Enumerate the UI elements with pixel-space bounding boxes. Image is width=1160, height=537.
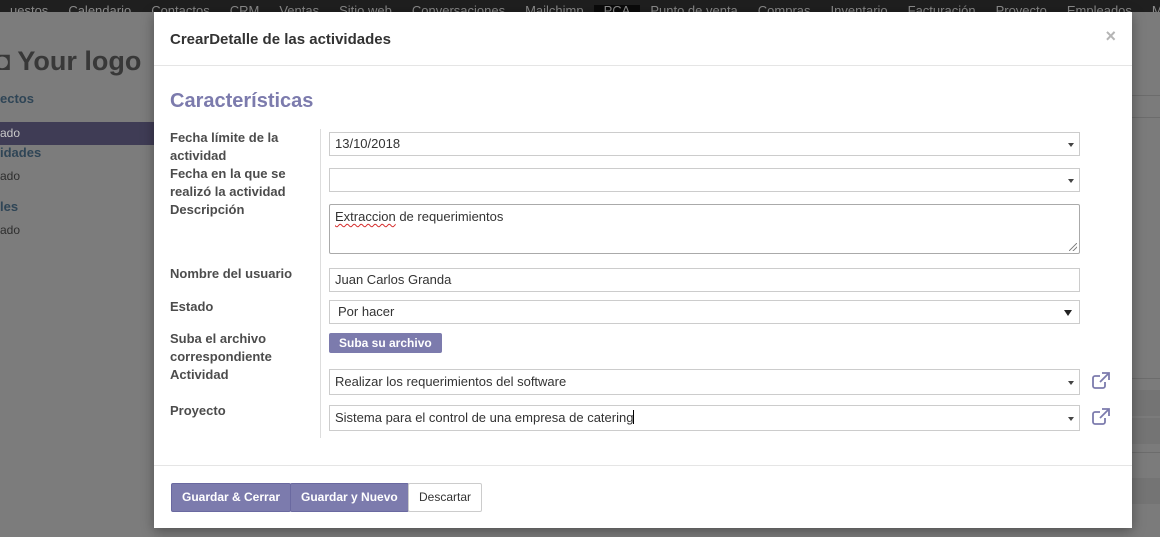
sidebar-section-head-1[interactable]: ectos: [0, 91, 34, 106]
sidebar-section-head-3[interactable]: les: [0, 199, 18, 214]
descripcion-text: de requerimientos: [395, 209, 504, 224]
dialog-header: CrearDetalle de las actividades ×: [154, 12, 1132, 66]
chevron-down-icon[interactable]: [1068, 143, 1074, 147]
proyecto-field[interactable]: Sistema para el control de una empresa d…: [329, 405, 1080, 431]
top-menu-item[interactable]: Calendario: [58, 4, 141, 12]
resize-grip-icon[interactable]: [1069, 243, 1077, 251]
sidebar-section-head-2[interactable]: idades: [0, 145, 41, 160]
background-bottom: [154, 528, 1132, 537]
upload-file-button[interactable]: Suba su archivo: [329, 333, 442, 353]
top-menu-item[interactable]: Ventas: [269, 4, 329, 12]
top-menu-item[interactable]: Contactos: [141, 4, 220, 12]
top-menu-item[interactable]: Punto de venta: [640, 4, 747, 12]
top-menu-item[interactable]: Más: [1142, 4, 1160, 12]
dialog-footer: Guardar & Cerrar Guardar y Nuevo Descart…: [154, 465, 1132, 528]
section-title: Características: [170, 90, 314, 112]
chevron-down-icon[interactable]: [1068, 179, 1074, 183]
external-link-icon[interactable]: [1091, 407, 1111, 427]
estado-value: Por hacer: [338, 304, 395, 319]
sidebar-item-2[interactable]: ado: [0, 169, 20, 183]
top-menu-item[interactable]: Mailchimp: [515, 4, 594, 12]
label-estado: Estado: [170, 299, 214, 314]
label-fecha-limite: Fecha límite de la actividad: [170, 130, 279, 163]
create-activity-dialog: CrearDetalle de las actividades × Caract…: [154, 12, 1132, 528]
top-menu-item[interactable]: CRM: [220, 4, 270, 12]
label-archivo: Suba el archivo correspondiente: [170, 331, 272, 364]
actividad-field[interactable]: Realizar los requerimientos del software: [329, 369, 1080, 395]
fecha-realizo-field[interactable]: [329, 168, 1080, 192]
proyecto-value: Sistema para el control de una empresa d…: [335, 410, 634, 425]
label-proyecto: Proyecto: [170, 403, 226, 418]
label-nombre-usuario: Nombre del usuario: [170, 266, 293, 281]
sidebar-item-3[interactable]: ado: [0, 223, 20, 237]
top-menu-bar: uestos Calendario Contactos CRM Ventas Sitio …: [0, 0, 1160, 12]
chevron-down-icon[interactable]: [1064, 310, 1072, 316]
nombre-usuario-value: Juan Carlos Granda: [335, 272, 452, 287]
sidebar-item-active[interactable]: ado: [0, 122, 154, 145]
label-descripcion: Descripción: [170, 202, 245, 217]
actividad-value: Realizar los requerimientos del software: [335, 374, 567, 389]
fecha-limite-value: 13/10/2018: [335, 136, 401, 151]
top-menu-item[interactable]: Inventario: [821, 4, 898, 12]
top-menu-item[interactable]: Sitio web: [329, 4, 402, 12]
top-menu-item[interactable]: Conversaciones: [402, 4, 515, 12]
form-divider: [320, 129, 321, 438]
save-close-button[interactable]: Guardar & Cerrar: [171, 483, 292, 512]
fecha-limite-field[interactable]: 13/10/2018: [329, 132, 1080, 156]
label-fecha-realizo: Fecha en la que se realizó la actividad: [170, 166, 286, 199]
camera-icon: ◘: [0, 46, 11, 76]
top-menu-item[interactable]: PCA: [593, 4, 641, 12]
external-link-icon[interactable]: [1091, 371, 1111, 391]
text-cursor: [633, 410, 635, 424]
label-actividad: Actividad: [170, 367, 229, 382]
nombre-usuario-field[interactable]: Juan Carlos Granda: [329, 268, 1080, 292]
top-menu-item[interactable]: Compras: [748, 4, 821, 12]
background-sidebar: ◘ Your logo ectos ado idades ado les ado: [0, 12, 154, 537]
top-menu-item[interactable]: Empleados: [1057, 4, 1142, 12]
discard-button[interactable]: Descartar: [408, 483, 483, 512]
top-menu-item[interactable]: uestos: [0, 4, 58, 12]
close-icon[interactable]: ×: [1105, 26, 1116, 47]
estado-select[interactable]: Por hacer: [329, 300, 1080, 324]
dialog-title: CrearDetalle de las actividades: [170, 31, 391, 48]
descripcion-misspelled-word: Extraccion: [335, 209, 396, 224]
background-content-edge: [1132, 12, 1160, 537]
top-menu-item[interactable]: Facturación: [898, 4, 986, 12]
descripcion-textarea[interactable]: Extraccion de requerimientos: [329, 204, 1080, 254]
chevron-down-icon[interactable]: [1068, 417, 1074, 421]
top-menu-item[interactable]: Proyecto: [986, 4, 1057, 12]
chevron-down-icon[interactable]: [1068, 381, 1074, 385]
company-logo: ◘ Your logo: [0, 46, 141, 77]
save-new-button[interactable]: Guardar y Nuevo: [290, 483, 409, 512]
